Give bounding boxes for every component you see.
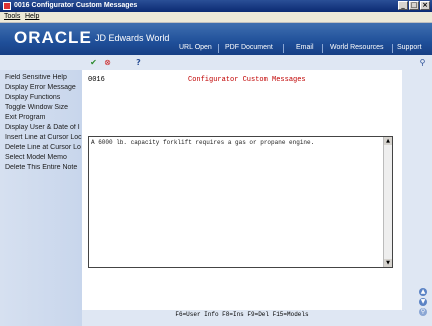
sidebar-item-display-functions[interactable]: Display Functions bbox=[5, 94, 82, 101]
toolbar: ✔ ⊗ ? ⚲ bbox=[0, 55, 432, 70]
form-title: Configurator Custom Messages bbox=[188, 76, 306, 84]
sidebar-item-delete-note[interactable]: Delete This Entire Note bbox=[5, 164, 82, 171]
menu-tools[interactable]: Tools bbox=[4, 13, 20, 20]
close-button[interactable]: × bbox=[420, 1, 430, 10]
sidebar: Field Sensitive Help Display Error Messa… bbox=[0, 70, 82, 326]
window-title: 0016 Configurator Custom Messages bbox=[14, 2, 138, 9]
world-resources-link[interactable]: World Resources bbox=[330, 44, 384, 51]
sidebar-item-insert-line[interactable]: Insert Line at Cursor Loc bbox=[5, 134, 82, 141]
maximize-button[interactable]: □ bbox=[409, 1, 419, 10]
zoom-icon[interactable]: ⚲ bbox=[419, 308, 427, 316]
help-icon[interactable]: ? bbox=[134, 58, 143, 67]
sidebar-item-field-help[interactable]: Field Sensitive Help bbox=[5, 74, 82, 81]
function-keys: F6=User Info F8=Ins F9=Del F15=Models bbox=[175, 311, 309, 318]
oracle-logo: ORACLE bbox=[14, 28, 92, 47]
email-link[interactable]: Email bbox=[296, 44, 314, 51]
sidebar-item-select-model-memo[interactable]: Select Model Memo bbox=[5, 154, 82, 161]
sidebar-item-exit[interactable]: Exit Program bbox=[5, 114, 82, 121]
scroll-up-icon[interactable]: ▲ bbox=[384, 137, 392, 145]
sidebar-item-display-error[interactable]: Display Error Message bbox=[5, 84, 82, 91]
page-up-icon[interactable]: ▲ bbox=[419, 288, 427, 296]
support-link[interactable]: Support bbox=[397, 44, 422, 51]
main-panel: 0016 Configurator Custom Messages A 6000… bbox=[82, 70, 402, 310]
title-bar: 0016 Configurator Custom Messages _ □ × bbox=[0, 0, 432, 12]
program-id: 0016 bbox=[88, 76, 105, 84]
minimize-button[interactable]: _ bbox=[398, 1, 408, 10]
sidebar-item-toggle-window[interactable]: Toggle Window Size bbox=[5, 104, 82, 111]
page-down-icon[interactable]: ▼ bbox=[419, 298, 427, 306]
menu-bar: Tools Help bbox=[0, 12, 432, 23]
search-icon[interactable]: ⚲ bbox=[418, 58, 427, 67]
product-name: JD Edwards World bbox=[95, 33, 170, 43]
message-line-1[interactable]: A 6000 lb. capacity forklift requires a … bbox=[91, 139, 314, 146]
vertical-scrollbar[interactable]: ▲ ▼ bbox=[383, 137, 392, 267]
sidebar-item-delete-line[interactable]: Delete Line at Cursor Lo bbox=[5, 144, 82, 151]
scroll-down-icon[interactable]: ▼ bbox=[384, 259, 392, 267]
url-open-link[interactable]: URL Open bbox=[179, 44, 212, 51]
right-panel: ▲ ▼ ⚲ bbox=[402, 70, 432, 326]
oracle-banner: ORACLE JD Edwards World URL Open PDF Doc… bbox=[0, 23, 432, 55]
menu-help[interactable]: Help bbox=[25, 13, 39, 20]
check-icon[interactable]: ✔ bbox=[89, 58, 98, 67]
pdf-document-link[interactable]: PDF Document bbox=[225, 44, 273, 51]
message-text-area[interactable]: A 6000 lb. capacity forklift requires a … bbox=[88, 136, 393, 268]
sidebar-item-display-user-date[interactable]: Display User & Date of I bbox=[5, 124, 82, 131]
cancel-icon[interactable]: ⊗ bbox=[103, 58, 112, 67]
app-icon bbox=[3, 2, 11, 10]
